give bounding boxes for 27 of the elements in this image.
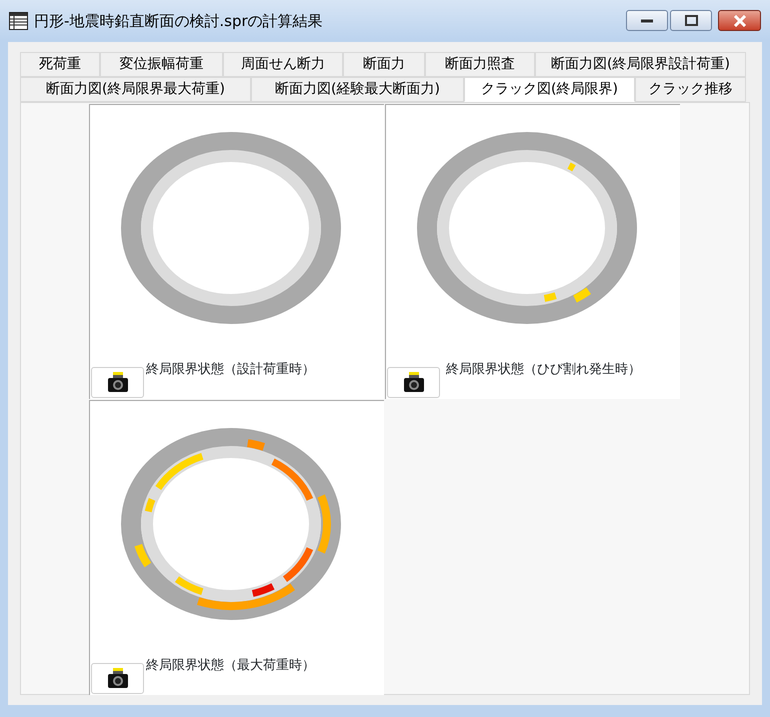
tab[interactable]: クラック推移 bbox=[635, 77, 746, 102]
close-button[interactable] bbox=[718, 10, 761, 31]
camera-button[interactable] bbox=[91, 663, 144, 694]
maximize-icon bbox=[684, 15, 698, 26]
camera-button[interactable] bbox=[91, 367, 144, 398]
ring-caption: 終局限界状態（設計荷重時） bbox=[146, 361, 315, 379]
minimize-icon bbox=[641, 18, 653, 22]
tab[interactable]: 断面力 bbox=[343, 52, 425, 77]
tab[interactable]: 死荷重 bbox=[20, 52, 100, 77]
tab[interactable]: 断面力図(終局限界設計荷重) bbox=[535, 52, 746, 77]
tab[interactable]: 断面力図(経験最大断面力) bbox=[251, 77, 464, 102]
tab[interactable]: 変位振幅荷重 bbox=[100, 52, 223, 77]
camera-button[interactable] bbox=[387, 367, 440, 398]
window-title: 円形-地震時鉛直断面の検討.sprの計算結果 bbox=[34, 10, 323, 32]
camera-icon bbox=[106, 372, 128, 393]
table-icon bbox=[9, 12, 28, 30]
camera-icon bbox=[106, 668, 128, 689]
ring-caption: 終局限界状態（ひび割れ発生時） bbox=[446, 361, 641, 379]
camera-icon bbox=[402, 372, 424, 393]
tab[interactable]: 断面力図(終局限界最大荷重) bbox=[20, 77, 251, 102]
tab[interactable]: クラック図(終局限界) bbox=[464, 77, 635, 102]
tab[interactable]: 断面力照査 bbox=[425, 52, 535, 77]
close-icon bbox=[732, 14, 746, 26]
minimize-button[interactable] bbox=[626, 10, 668, 31]
maximize-button[interactable] bbox=[670, 10, 712, 31]
tab[interactable]: 周面せん断力 bbox=[223, 52, 343, 77]
ring-caption: 終局限界状態（最大荷重時） bbox=[146, 657, 315, 675]
